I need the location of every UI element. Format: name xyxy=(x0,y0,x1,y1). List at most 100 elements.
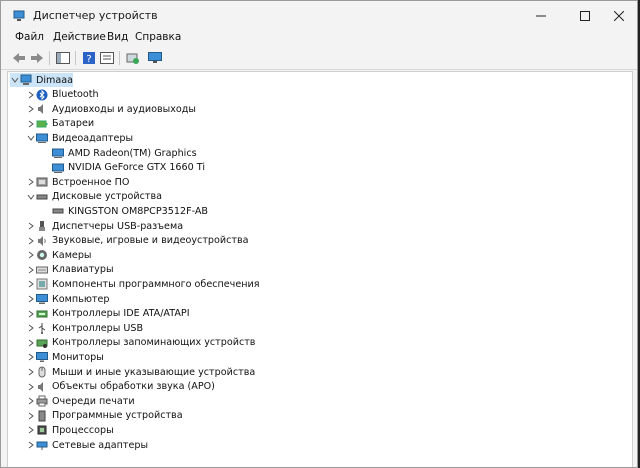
bluetooth-icon xyxy=(36,89,48,101)
network-adapter-icon xyxy=(36,439,48,451)
tree-category-item[interactable]: Дисковые устройства xyxy=(26,190,162,204)
chevron-right-icon[interactable] xyxy=(26,175,36,189)
tree-category-item[interactable]: Компоненты программного обеспечения xyxy=(26,277,260,291)
tree-device-item[interactable]: NVIDIA GeForce GTX 1660 Ti xyxy=(42,161,205,175)
menu-view[interactable]: Вид xyxy=(107,31,128,43)
tree-category-item[interactable]: Встроенное ПО xyxy=(26,175,129,189)
chevron-right-icon[interactable] xyxy=(26,277,36,291)
chevron-right-icon[interactable] xyxy=(26,365,36,379)
tree-item-label: Компоненты программного обеспечения xyxy=(52,278,260,290)
tree-device-item[interactable]: KINGSTON OM8PCP3512F-AB xyxy=(42,204,208,218)
software-component-icon xyxy=(36,278,48,290)
tree-category-item[interactable]: Компьютер xyxy=(26,292,110,306)
tree-category-item[interactable]: Программные устройства xyxy=(26,409,183,423)
ide-controller-icon xyxy=(36,308,48,320)
camera-icon xyxy=(36,249,48,261)
scan-hardware-changes-button[interactable] xyxy=(125,50,141,66)
chevron-right-icon[interactable] xyxy=(26,102,36,116)
properties-button[interactable] xyxy=(99,50,115,66)
chevron-down-icon[interactable] xyxy=(10,73,20,87)
tree-item-label: Мыши и иные указывающие устройства xyxy=(52,366,256,378)
tree-category-item[interactable]: Контроллеры запоминающих устройств xyxy=(26,336,255,350)
chevron-right-icon[interactable] xyxy=(26,321,36,335)
tree-category-item[interactable]: Контроллеры USB xyxy=(26,321,143,335)
help-button[interactable]: ? xyxy=(81,50,97,66)
audio-processing-icon xyxy=(36,381,48,393)
usb-connector-icon xyxy=(36,220,48,232)
tree-category-item[interactable]: Мониторы xyxy=(26,350,104,364)
tree-category-item[interactable]: Батареи xyxy=(26,117,94,131)
mouse-icon xyxy=(36,366,48,378)
minimize-button[interactable] xyxy=(519,1,563,31)
chevron-right-icon[interactable] xyxy=(26,336,36,350)
tree-item-label: Очереди печати xyxy=(52,395,135,407)
computer-root-icon xyxy=(20,74,32,86)
chevron-right-icon[interactable] xyxy=(26,219,36,233)
chevron-right-icon[interactable] xyxy=(26,409,36,423)
monitor-icon xyxy=(148,52,162,63)
chevron-right-icon[interactable] xyxy=(26,438,36,452)
battery-icon xyxy=(36,118,48,130)
software-device-icon xyxy=(36,410,48,422)
tree-item-label: KINGSTON OM8PCP3512F-AB xyxy=(68,205,208,217)
tree-category-item[interactable]: Процессоры xyxy=(26,423,114,437)
menu-action[interactable]: Действие xyxy=(53,31,106,43)
chevron-right-icon[interactable] xyxy=(26,88,36,102)
back-button[interactable] xyxy=(11,50,27,66)
tree-category-item[interactable]: Контроллеры IDE ATA/ATAPI xyxy=(26,307,190,321)
chevron-right-icon[interactable] xyxy=(26,380,36,394)
tree-category-item[interactable]: Видеоадаптеры xyxy=(26,131,133,145)
tree-device-item[interactable]: AMD Radeon(TM) Graphics xyxy=(42,146,197,160)
printer-icon xyxy=(36,395,48,407)
tree-category-item[interactable]: Аудиовходы и аудиовыходы xyxy=(26,102,196,116)
computer-icon xyxy=(36,293,48,305)
menu-help[interactable]: Справка xyxy=(135,31,181,43)
chevron-right-icon[interactable] xyxy=(26,350,36,364)
tree-category-item[interactable]: Объекты обработки звука (APO) xyxy=(26,380,215,394)
tree-category-item[interactable]: Мыши и иные указывающие устройства xyxy=(26,365,255,379)
chevron-right-icon[interactable] xyxy=(26,423,36,437)
processor-icon xyxy=(36,424,48,436)
chevron-right-icon[interactable] xyxy=(26,234,36,248)
forward-button[interactable] xyxy=(29,50,45,66)
menu-file[interactable]: Файл xyxy=(15,31,44,43)
tree-item-label: Клавиатуры xyxy=(52,264,114,276)
tree-item-label: Сетевые адаптеры xyxy=(52,439,149,451)
tree-item-label: Встроенное ПО xyxy=(52,176,130,188)
chevron-right-icon[interactable] xyxy=(26,248,36,262)
toolbar-separator xyxy=(75,51,76,65)
device-tree[interactable]: Dimaaa Bluetooth Аудиовходы и аудиовыходы Б… xyxy=(7,71,633,467)
tree-item-label: Контроллеры запоминающих устройств xyxy=(52,337,256,349)
toolbar: ? xyxy=(1,47,637,70)
chevron-right-icon[interactable] xyxy=(26,117,36,131)
toolbar-separator xyxy=(49,51,50,65)
chevron-right-icon[interactable] xyxy=(26,307,36,321)
chevron-right-icon[interactable] xyxy=(26,394,36,408)
console-tree-icon xyxy=(56,52,70,64)
tree-category-item[interactable]: Очереди печати xyxy=(26,394,135,408)
tree-category-item[interactable]: Диспетчеры USB-разъема xyxy=(26,219,183,233)
device-manager-app-icon xyxy=(13,10,25,21)
tree-category-item[interactable]: Bluetooth xyxy=(26,88,99,102)
sound-device-icon xyxy=(36,235,48,247)
close-button[interactable] xyxy=(597,1,637,31)
chevron-right-icon[interactable] xyxy=(26,292,36,306)
chevron-right-icon[interactable] xyxy=(26,263,36,277)
tree-category-item[interactable]: Звуковые, игровые и видеоустройства xyxy=(26,234,249,248)
tree-category-item[interactable]: Сетевые адаптеры xyxy=(26,438,148,452)
tree-item-label: Процессоры xyxy=(52,424,114,436)
tree-category-item[interactable]: Камеры xyxy=(26,248,92,262)
arrow-left-icon xyxy=(13,53,25,63)
tree-item-label: Мониторы xyxy=(52,351,104,363)
tree-category-item[interactable]: Клавиатуры xyxy=(26,263,114,277)
chevron-down-icon[interactable] xyxy=(26,131,36,145)
tree-item-label: Батареи xyxy=(52,118,95,130)
title-bar[interactable]: Диспетчер устройств xyxy=(1,1,637,31)
device-monitor-button[interactable] xyxy=(147,50,163,66)
tree-root-computer[interactable]: Dimaaa xyxy=(10,73,74,87)
show-hide-console-tree-button[interactable] xyxy=(55,50,71,66)
drive-device-icon xyxy=(52,205,64,217)
arrow-right-icon xyxy=(31,53,43,63)
chevron-down-icon[interactable] xyxy=(26,190,36,204)
